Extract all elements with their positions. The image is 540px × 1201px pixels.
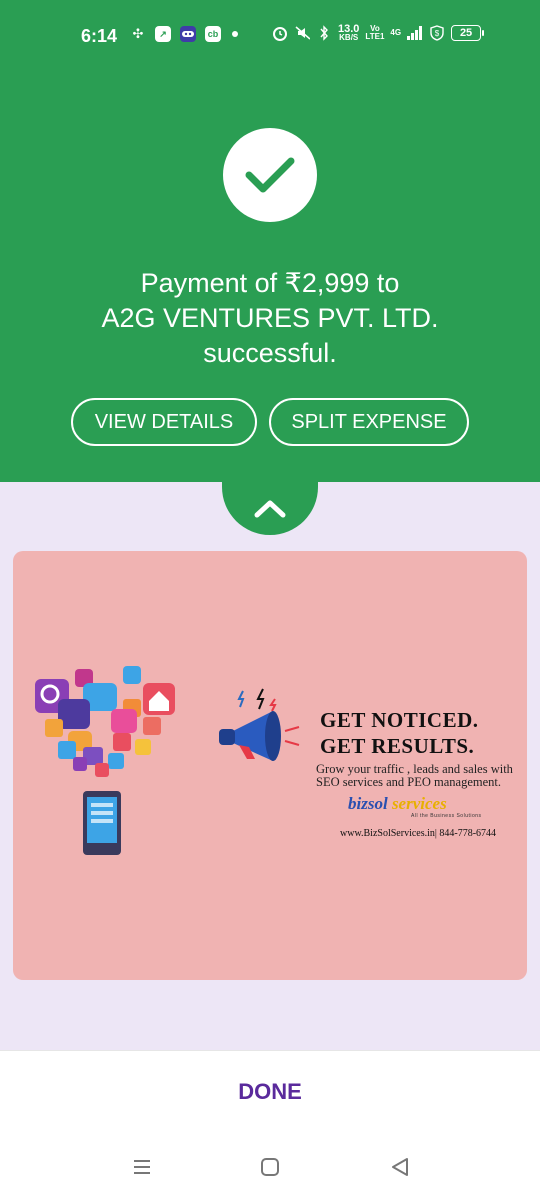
system-nav-bar [0,1151,540,1183]
svg-text:$: $ [435,29,440,38]
ad-contact: www.BizSolServices.in| 844-778-6744 [340,828,497,839]
ad-banner[interactable]: GET NOTICED. GET RESULTS. Grow your traf… [13,551,527,980]
ad-brand-tagline: All the Business Solutions [411,813,482,819]
back-icon[interactable] [380,1151,420,1183]
home-icon[interactable] [250,1151,290,1183]
notification-dot-icon [232,31,238,37]
battery-indicator: 25 [451,25,485,41]
split-expense-button[interactable]: SPLIT EXPENSE [269,398,469,446]
bottom-action-bar: DONE [0,1050,540,1201]
volte-indicator: Vo LTE1 [365,24,385,41]
network-type: 4G [390,28,402,37]
social-media-icons-illustration [35,666,175,855]
net-speed: 13.0 KB/S [338,23,360,42]
recents-icon[interactable] [122,1151,162,1183]
ad-brand-logo: bizsol services [348,794,447,813]
megaphone-icon [219,688,300,761]
ad-headline: GET NOTICED. GET RESULTS. [320,708,479,758]
alarm-icon [272,25,288,41]
chevron-up-icon [254,500,286,517]
status-bar: 6:14 ✣ ↗ cb 13.0 KB/S Vo LTE1 4G $ 25 [0,0,540,72]
done-button[interactable]: DONE [0,1079,540,1105]
signal-icon [407,25,423,41]
status-time: 6:14 [81,26,118,46]
payment-success-message: Payment of ₹2,999 to A2G VENTURES PVT. L… [101,268,439,368]
data-saver-icon: $ [429,25,445,41]
app-icon: ↗ [155,26,171,42]
success-check-icon [223,128,317,222]
game-icon [180,26,196,42]
ad-subtext: Grow your traffic , leads and sales with… [316,762,513,789]
cb-icon: cb [205,26,221,42]
bluetooth-icon [316,25,332,41]
fan-icon: ✣ [132,26,144,41]
mute-icon [294,25,310,41]
view-details-button[interactable]: VIEW DETAILS [71,398,257,446]
